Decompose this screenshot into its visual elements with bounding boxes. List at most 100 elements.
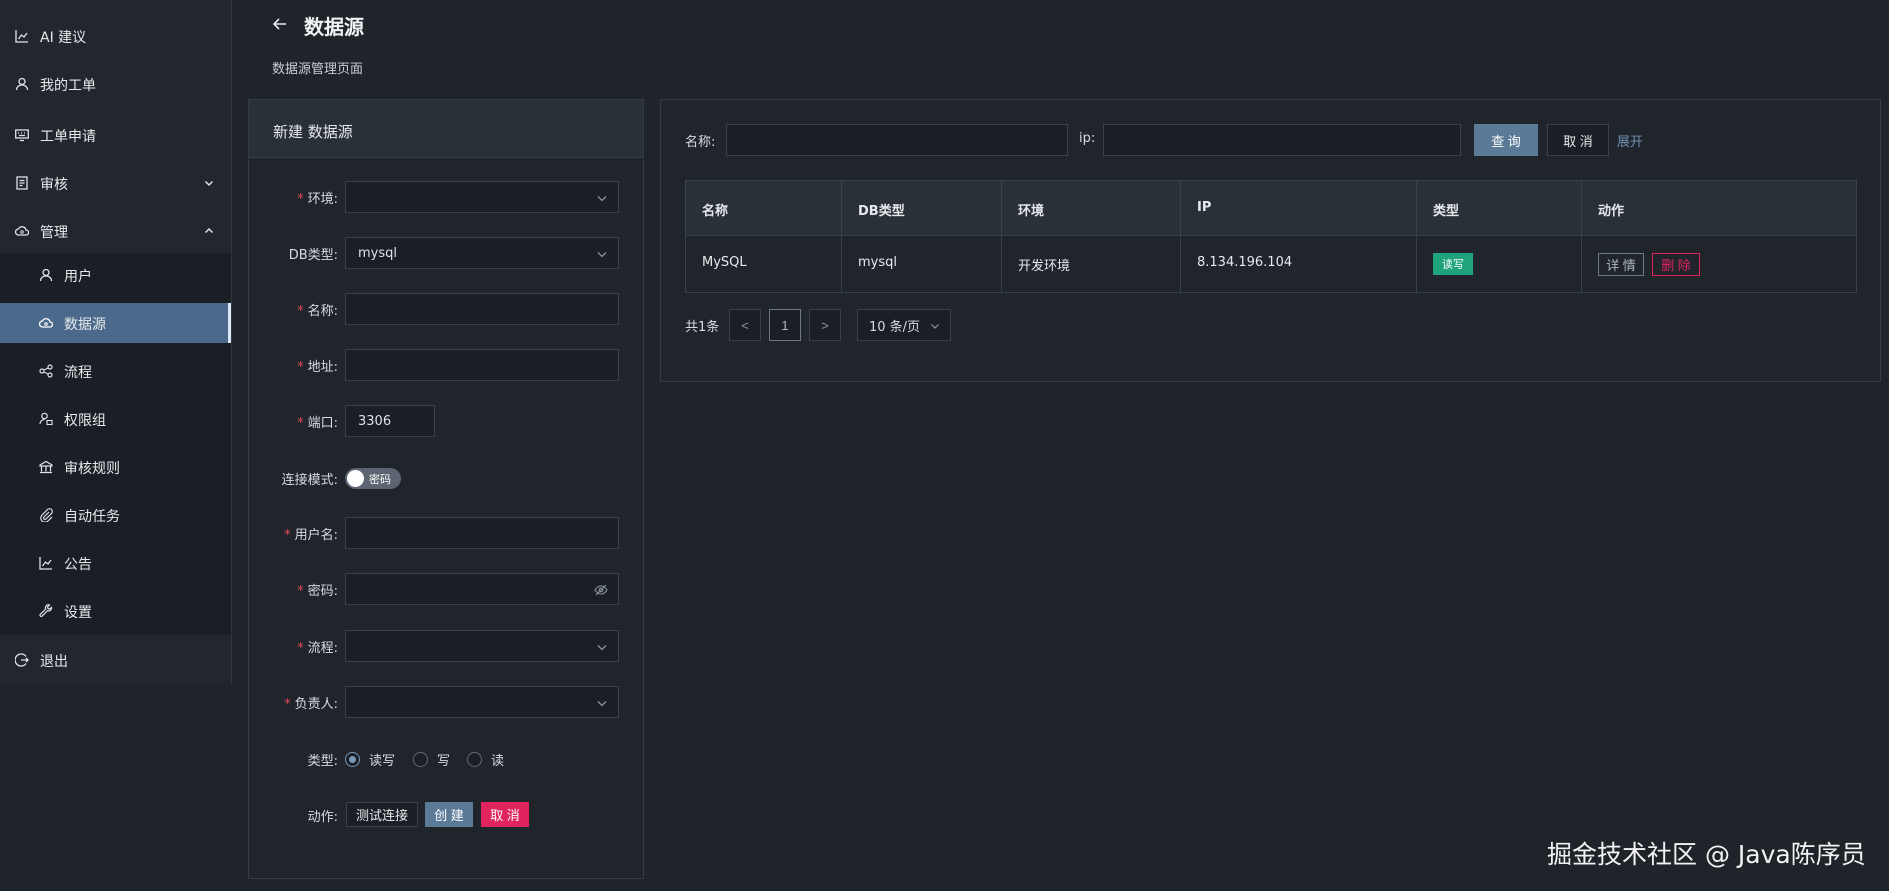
menu-item-audit[interactable]: 审核	[0, 163, 231, 203]
pagination-next-button[interactable]: >	[809, 309, 841, 341]
rule-icon	[39, 460, 53, 474]
cell-db-type: mysql	[858, 255, 897, 270]
cell-name: MySQL	[702, 255, 747, 270]
sidebar-item-auto-tasks[interactable]: 自动任务	[0, 495, 231, 535]
form-title: 新建 数据源	[273, 123, 353, 141]
type-radio-write[interactable]: 写	[413, 750, 450, 769]
menu-item-ai[interactable]: AI 建议	[0, 16, 231, 56]
address-label: * 地址:	[297, 360, 338, 375]
radio-circle	[413, 752, 428, 767]
owner-select[interactable]	[345, 686, 619, 718]
user-lock-icon	[39, 412, 53, 426]
chevron-down-icon	[931, 324, 939, 329]
delete-button[interactable]: 删 除	[1652, 253, 1700, 276]
env-label: * 环境:	[297, 192, 338, 207]
db-type-select[interactable]: mysql	[345, 237, 619, 269]
column-header-name: 名称	[702, 204, 729, 219]
cloud-gear-icon	[15, 226, 29, 236]
password-input[interactable]	[345, 573, 619, 605]
menu-item-label: 退出	[40, 654, 68, 670]
pagination-page-1[interactable]: 1	[769, 309, 801, 341]
sidebar-item-datasource[interactable]: 数据源	[0, 303, 231, 343]
menu-item-label: 权限组	[64, 413, 106, 429]
connection-mode-toggle[interactable]: 密码	[345, 468, 401, 489]
name-input[interactable]	[345, 293, 619, 325]
port-input[interactable]: 3306	[345, 405, 435, 437]
sidebar-item-audit-rules[interactable]: 审核规则	[0, 447, 231, 487]
address-input[interactable]	[345, 349, 619, 381]
cancel-button[interactable]: 取 消	[481, 802, 529, 827]
flow-select[interactable]	[345, 630, 619, 662]
test-connection-button[interactable]: 测试连接	[346, 802, 418, 827]
action-label: 动作:	[307, 810, 338, 825]
column-divider	[1180, 181, 1181, 292]
menu-item-logout[interactable]: 退出	[0, 640, 231, 680]
menu-item-label: 数据源	[64, 317, 106, 333]
menu-item-label: 工单申请	[40, 129, 96, 145]
reset-button[interactable]: 取 消	[1547, 124, 1609, 156]
password-label: * 密码:	[297, 584, 338, 599]
chevron-down-icon	[597, 196, 607, 202]
sidebar-item-flow[interactable]: 流程	[0, 351, 231, 391]
flow-label: * 流程:	[297, 641, 338, 656]
env-select[interactable]	[345, 181, 619, 213]
search-name-input[interactable]	[726, 124, 1068, 156]
chevron-up-icon	[204, 227, 214, 234]
sidebar-item-settings[interactable]: 设置	[0, 591, 231, 631]
sidebar-item-permission-group[interactable]: 权限组	[0, 399, 231, 439]
watermark: 掘金技术社区 @ Java陈序员	[1547, 840, 1866, 869]
mode-label: 连接模式:	[281, 473, 338, 488]
owner-label: * 负责人:	[284, 697, 338, 712]
pagination-prev-button[interactable]: <	[729, 309, 761, 341]
chart-icon	[15, 30, 28, 43]
menu-item-label: 审核	[40, 177, 68, 193]
search-ip-input[interactable]	[1103, 124, 1461, 156]
chart-icon	[39, 557, 52, 570]
column-divider	[1581, 181, 1582, 292]
page-size-select[interactable]: 10 条/页	[857, 309, 951, 341]
cell-env: 开发环境	[1018, 259, 1071, 274]
username-label: * 用户名:	[284, 528, 338, 543]
menu-item-manage[interactable]: 管理	[0, 211, 231, 251]
radio-circle	[467, 752, 482, 767]
create-button[interactable]: 创 建	[425, 802, 473, 827]
type-radio-readwrite[interactable]: 读写	[345, 750, 395, 769]
expand-link[interactable]: 展开	[1617, 131, 1643, 150]
toggle-knob	[347, 470, 364, 487]
paperclip-icon	[40, 508, 53, 522]
user-icon	[39, 268, 53, 282]
query-button[interactable]: 查 询	[1474, 124, 1538, 156]
page-title: 数据源	[304, 15, 364, 39]
sidebar-item-users[interactable]: 用户	[0, 255, 231, 295]
db-type-label: DB类型:	[288, 248, 338, 263]
menu-item-label: AI 建议	[40, 30, 87, 46]
menu-item-label: 审核规则	[64, 461, 120, 477]
back-arrow-icon[interactable]	[272, 16, 288, 32]
cell-ip: 8.134.196.104	[1197, 255, 1293, 270]
column-divider	[1416, 181, 1417, 292]
menu-item-label: 用户	[64, 269, 92, 285]
column-header-db-type: DB类型	[858, 204, 905, 219]
port-label: * 端口:	[297, 416, 338, 431]
clipboard-icon	[16, 176, 28, 190]
wrench-icon	[39, 604, 53, 618]
eye-hidden-icon[interactable]	[594, 583, 608, 597]
column-header-action: 动作	[1598, 204, 1625, 219]
user-icon	[15, 77, 29, 91]
type-radio-read[interactable]: 读	[467, 750, 504, 769]
chevron-down-icon	[597, 252, 607, 258]
chevron-down-icon	[597, 701, 607, 707]
column-header-type: 类型	[1433, 204, 1460, 219]
menu-item-label: 设置	[64, 605, 92, 621]
username-input[interactable]	[345, 517, 619, 549]
chevron-down-icon	[597, 645, 607, 651]
sidebar-item-announcements[interactable]: 公告	[0, 543, 231, 583]
menu-item-my-orders[interactable]: 我的工单	[0, 64, 231, 104]
keyboard-icon	[15, 129, 29, 142]
page-subtitle: 数据源管理页面	[272, 62, 364, 77]
menu-item-order-apply[interactable]: 工单申请	[0, 115, 231, 155]
type-badge: 读写	[1433, 253, 1473, 275]
detail-button[interactable]: 详 情	[1598, 253, 1644, 276]
column-divider	[1001, 181, 1002, 292]
manage-submenu: 用户 数据源 流程 权限组 审核规则 自动任务 公告 设置	[0, 253, 231, 635]
